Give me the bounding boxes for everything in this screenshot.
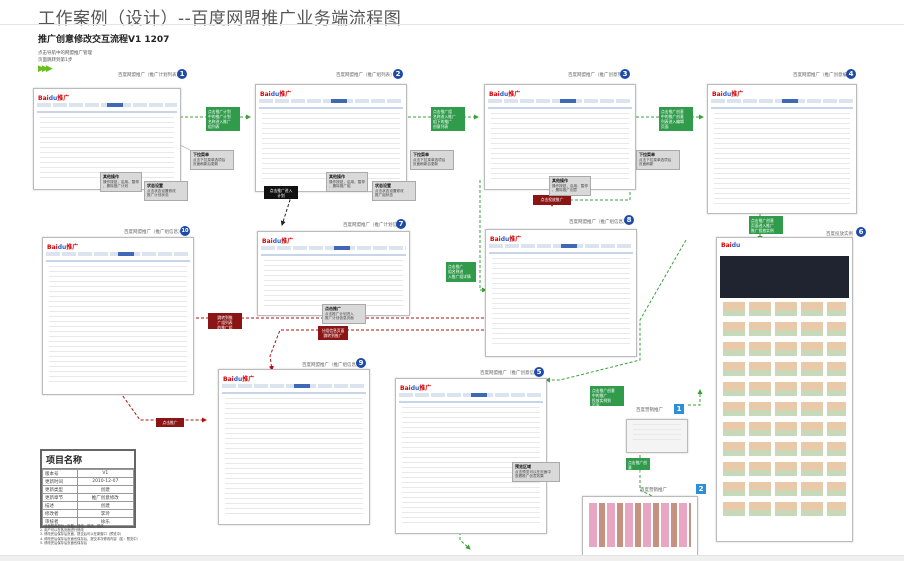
screen-6-badge: 6 — [856, 227, 866, 237]
callout-status-2: 状态设置 点击状态设置修改 推广组状态 — [372, 181, 416, 201]
project-info-table: 项目名称 版本号 V1 更新时间 2010-12-07 更新类型 创建 更新章节 推广创意修改… — [40, 449, 136, 528]
screen-8-badge: 8 — [624, 215, 634, 225]
screen-9-group-info: Baidu推广 — [218, 369, 370, 525]
info-value: V1 — [76, 469, 135, 478]
project-info-title: 项目名称 — [42, 451, 134, 469]
note-creative-edit: 点击推广创意 的推广创意 编辑 — [626, 458, 650, 480]
info-key: 更新类型 — [42, 485, 78, 494]
note-ad-example: 点击推广创意 中的推广 投放实例到 页面 — [590, 386, 624, 408]
screen-2-badge: 2 — [393, 69, 403, 79]
screen-9-badge: 9 — [356, 358, 366, 368]
flow-10-to-9 — [119, 391, 207, 423]
callout-other-ops-1: 其他操作 操作按钮，启用、暂停 、删除推广计划 — [100, 172, 142, 192]
screen-8-caption: 百度网盟推广（推广组信息） — [569, 220, 628, 225]
callout-dropdown-2: 下拉菜单 点击下拉菜单选项后 页面刷新后更新 — [410, 150, 454, 170]
info-row: 更新章节 推广创意修改 — [42, 493, 135, 502]
info-key: 更新时间 — [42, 477, 78, 486]
callout-dropdown-1: 下拉菜单 点击下拉菜单选项后 页面刷新后更新 — [190, 150, 234, 170]
screen-1b-popup — [626, 419, 688, 453]
screen-5-creative-info: Baidu推广 — [395, 378, 547, 534]
info-value: 李玲 — [76, 509, 135, 518]
screen-1-caption: 百度网盟推广（推广计划列表） — [118, 73, 181, 78]
info-row: 描述 创建 — [42, 501, 135, 510]
note-plan-to-group: 点击推广计划 中的推广计划 名称进入推广 组列表 — [206, 107, 240, 131]
note-click-ad: 点击推广 — [156, 418, 184, 427]
info-value: 推广创意修改 — [76, 493, 135, 502]
note-enter-plan: 点击推广进入 计划 — [264, 186, 298, 199]
baidu-logo: Baidu推广 — [38, 95, 70, 102]
info-row: 更新时间 2010-12-07 — [42, 477, 135, 486]
note-group-info: 分组信息页面 跳转到推广 — [318, 326, 348, 340]
callout-other-ops-2: 其他操作 操作按钮，启用、暂停 、删除推广组 — [326, 172, 368, 192]
callout-other-ops-3: 其他操作 操作按钮，启用、暂停 、删除推广创意 — [549, 176, 591, 196]
info-key: 版本号 — [42, 469, 78, 478]
screen-2b-badge: 2 — [696, 484, 706, 494]
screen-4-badge: 4 — [846, 69, 856, 79]
info-value: 创建 — [76, 501, 135, 510]
screen-7-badge: 7 — [396, 219, 406, 229]
info-value: 创建 — [76, 485, 135, 494]
note-deliver-ad: 点击投放推广 — [533, 195, 571, 205]
screen-2-caption: 百度网盟推广（推广组列表） — [336, 73, 395, 78]
info-row: 更新类型 创建 — [42, 485, 135, 494]
screen-3-creative-list: Baidu推广 — [484, 84, 636, 190]
screen-1b-caption: 百度营销推广 — [636, 408, 663, 413]
screen-10-badge: 10 — [180, 226, 190, 236]
screen-10-caption: 百度网盟推广（推广组信息） — [124, 230, 183, 235]
bottom-bar — [0, 555, 904, 561]
info-key: 描述 — [42, 501, 78, 510]
flow-1b-to-6 — [688, 389, 703, 406]
info-row: 版本号 V1 — [42, 469, 135, 478]
screen-10-group-info: Baidu推广 — [42, 237, 194, 395]
callout-preview: 预览区域 点击预览可以在页面中 查看推广创意效果 — [512, 462, 560, 482]
screen-6-caption: 百度投放实例 — [826, 232, 853, 237]
note-group-to-creative: 点击推广组 名称进入推广 组下的推广 创意列表 — [431, 107, 465, 131]
screen-6-ad-example: Baidu — [716, 237, 853, 542]
screen-5-badge: 5 — [534, 367, 544, 377]
screen-8-group-info: Baidu推广 — [485, 229, 637, 357]
callout-status-1: 状态设置 点击状态设置修改 推广计划状态 — [144, 181, 188, 201]
info-key: 更新章节 — [42, 493, 78, 502]
note-group-detail: 点击推广 组名称进 入推广组详情 — [446, 262, 476, 282]
project-notes: 1. 请参照各部分，标题、修改、修改、修改 2. 用户可以在各页面进行修改 3.… — [40, 524, 140, 545]
screen-4-creative-edit: Baidu推广 — [707, 84, 857, 214]
screen-1-badge: 1 — [177, 69, 187, 79]
callout-dropdown-3: 下拉菜单 点击下拉菜单选项后 页面刷新 — [636, 150, 680, 170]
note-jump-group: 跳转到推 广组列表 的推广组 — [208, 313, 242, 330]
info-key: 修改者 — [42, 509, 78, 518]
screen-9-caption: 百度网盟推广（推广组信息） — [302, 363, 361, 368]
note-creative-to-edit: 点击推广创意 中的推广创意 列表进入编辑 页面 — [659, 107, 693, 131]
note-edit-to-example: 点击推广创意 页面进入推广 推广投放实例 — [749, 216, 783, 234]
screen-3-badge: 3 — [620, 69, 630, 79]
screen-1b-badge: 1 — [674, 404, 684, 414]
callout-click-plan: 点击推广 点击推广计划进入 推广计划信息页面 — [322, 304, 366, 324]
screen-2b-caption: 百度营销推广 — [640, 488, 667, 493]
screen-2b-marketing — [582, 496, 698, 556]
info-value: 2010-12-07 — [76, 477, 135, 486]
info-row: 修改者 李玲 — [42, 509, 135, 518]
